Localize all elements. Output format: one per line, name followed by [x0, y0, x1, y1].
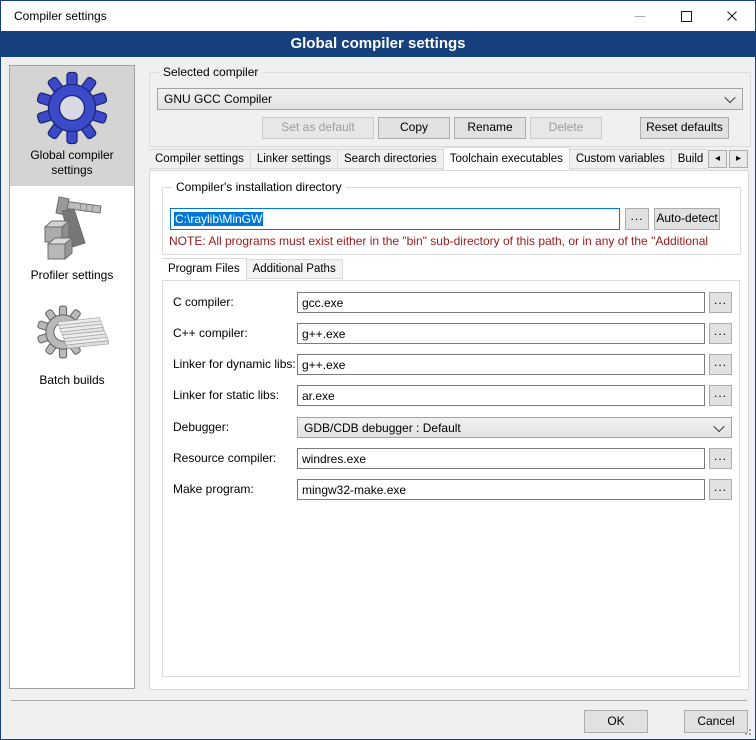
settings-tab-bar: Compiler settings Linker settings Search… [149, 147, 707, 171]
linker-static-input[interactable] [297, 385, 705, 406]
tab-scroll-right-button[interactable]: ▸ [729, 150, 748, 168]
tab-custom-variables[interactable]: Custom variables [569, 149, 672, 169]
chevron-down-icon [724, 92, 735, 103]
cancel-button[interactable]: Cancel [684, 710, 748, 733]
field-label: Linker for dynamic libs: [173, 357, 296, 371]
debugger-value: GDB/CDB debugger : Default [304, 421, 461, 435]
linker-dynamic-input[interactable] [297, 354, 705, 375]
cpp-compiler-browse-button[interactable]: ... [709, 323, 732, 344]
field-label: C++ compiler: [173, 326, 248, 340]
resource-compiler-input[interactable] [297, 448, 705, 469]
field-label: Debugger: [173, 420, 229, 434]
window-controls [617, 1, 755, 31]
caliper-icon [35, 191, 109, 265]
close-button[interactable] [709, 1, 755, 31]
installation-directory-browse-button[interactable]: ... [625, 208, 649, 230]
c-compiler-input[interactable] [297, 292, 705, 313]
field-label: Make program: [173, 482, 254, 496]
selected-compiler-value: GNU GCC Compiler [164, 92, 272, 106]
tab-toolchain-executables[interactable]: Toolchain executables [443, 147, 570, 171]
selected-compiler-dropdown[interactable]: GNU GCC Compiler [157, 88, 743, 110]
resize-grip[interactable] [742, 726, 752, 736]
group-title: Selected compiler [159, 65, 262, 79]
selected-compiler-group: Selected compiler GNU GCC Compiler Set a… [149, 72, 751, 147]
selected-path-text: C:\raylib\MinGW [174, 212, 263, 226]
blue-gear-icon [35, 71, 109, 145]
tab-linker-settings[interactable]: Linker settings [250, 149, 338, 169]
sidebar-item-profiler-settings[interactable]: Profiler settings [10, 186, 134, 291]
sidebar-item-batch-builds[interactable]: Batch builds [10, 291, 134, 396]
tab-scroll-left-button[interactable]: ◂ [708, 150, 727, 168]
auto-detect-button[interactable]: Auto-detect [654, 208, 720, 230]
delete-button: Delete [530, 117, 602, 139]
group-title: Compiler's installation directory [172, 180, 346, 194]
sidebar-item-label: Batch builds [12, 373, 132, 388]
maximize-button[interactable] [663, 1, 709, 31]
set-as-default-button: Set as default [262, 117, 374, 139]
dialog-window: Compiler settings Global compiler settin… [0, 0, 756, 740]
make-program-browse-button[interactable]: ... [709, 479, 732, 500]
sidebar-item-label: Global compiler settings [12, 148, 132, 178]
sidebar-item-global-compiler-settings[interactable]: Global compiler settings [10, 66, 134, 186]
resource-compiler-browse-button[interactable]: ... [709, 448, 732, 469]
make-program-input[interactable] [297, 479, 705, 500]
minimize-button[interactable] [617, 1, 663, 31]
minimize-icon [635, 16, 645, 17]
chevron-down-icon [713, 420, 724, 431]
field-label: Linker for static libs: [173, 388, 279, 402]
tab-scroll-controls: ◂ ▸ [708, 150, 748, 168]
title-bar: Compiler settings [1, 1, 755, 31]
scroll-left-icon: ◂ [715, 153, 720, 164]
cpp-compiler-input[interactable] [297, 323, 705, 344]
page-header: Global compiler settings [1, 31, 755, 57]
field-label: Resource compiler: [173, 451, 276, 465]
tab-additional-paths[interactable]: Additional Paths [246, 259, 343, 279]
tab-program-files[interactable]: Program Files [162, 258, 247, 281]
installation-note: NOTE: All programs must exist either in … [169, 234, 735, 248]
page-title: Global compiler settings [290, 35, 465, 52]
scroll-right-icon: ▸ [736, 153, 741, 164]
tab-search-directories[interactable]: Search directories [337, 149, 444, 169]
close-icon [727, 11, 737, 21]
debugger-dropdown[interactable]: GDB/CDB debugger : Default [297, 417, 732, 438]
toolchain-executables-page: Compiler's installation directory C:\ray… [149, 170, 749, 690]
footer-divider [11, 700, 747, 701]
reset-defaults-button[interactable]: Reset defaults [640, 117, 729, 139]
linker-dynamic-browse-button[interactable]: ... [709, 354, 732, 375]
ok-button[interactable]: OK [584, 710, 648, 733]
tab-compiler-settings[interactable]: Compiler settings [149, 149, 251, 169]
sidebar: Global compiler settings [9, 65, 135, 689]
c-compiler-browse-button[interactable]: ... [709, 292, 732, 313]
linker-static-browse-button[interactable]: ... [709, 385, 732, 406]
installation-directory-group: Compiler's installation directory C:\ray… [162, 187, 741, 255]
batch-builds-icon [35, 296, 109, 370]
sidebar-item-label: Profiler settings [12, 268, 132, 283]
program-files-tab-bar: Program Files Additional Paths [162, 258, 722, 281]
field-label: C compiler: [173, 295, 234, 309]
installation-directory-input[interactable]: C:\raylib\MinGW [170, 208, 620, 230]
rename-button[interactable]: Rename [454, 117, 526, 139]
copy-button[interactable]: Copy [378, 117, 450, 139]
tab-build-options[interactable]: Build [671, 149, 707, 169]
maximize-icon [681, 11, 692, 22]
program-files-panel: C compiler: ... C++ compiler: ... Linker… [162, 280, 740, 677]
window-title: Compiler settings [14, 9, 107, 23]
